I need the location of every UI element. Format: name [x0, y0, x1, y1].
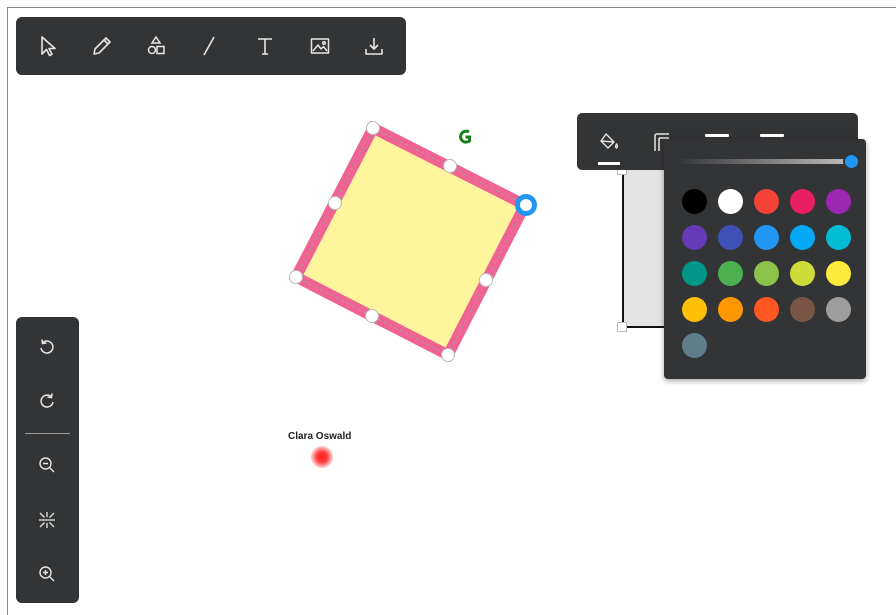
color-swatch[interactable]	[682, 189, 707, 214]
color-swatch[interactable]	[790, 225, 815, 250]
select-tool-button[interactable]	[33, 31, 63, 61]
text-icon	[258, 38, 272, 55]
resize-handle[interactable]	[289, 270, 303, 284]
main-toolbar	[16, 17, 406, 75]
color-swatch[interactable]	[826, 225, 851, 250]
color-swatch[interactable]	[790, 189, 815, 214]
opacity-slider[interactable]	[676, 159, 851, 164]
remote-cursor-dot	[311, 446, 333, 468]
color-swatch[interactable]	[754, 189, 779, 214]
zoom-in-icon	[39, 566, 55, 582]
fill-color-indicator	[598, 162, 620, 165]
zoom-out-button[interactable]	[34, 452, 60, 478]
color-swatch[interactable]	[718, 261, 743, 286]
selected-rectangle[interactable]	[270, 110, 560, 375]
shapes-tool-button[interactable]	[141, 31, 171, 61]
color-swatch[interactable]	[754, 225, 779, 250]
view-toolbar	[16, 317, 79, 603]
fill-color-button[interactable]	[596, 129, 622, 155]
fit-screen-icon	[39, 512, 55, 528]
color-swatch[interactable]	[826, 189, 851, 214]
color-swatch[interactable]	[682, 261, 707, 286]
pencil-tool-button[interactable]	[87, 31, 117, 61]
line-medium-icon[interactable]	[760, 134, 784, 137]
paint-bucket-icon	[600, 133, 619, 149]
color-swatch[interactable]	[790, 297, 815, 322]
remote-cursor-label: Clara Oswald	[288, 431, 352, 442]
line-thin-icon[interactable]	[705, 134, 729, 137]
color-picker-popup	[664, 139, 866, 379]
active-resize-handle-center	[520, 199, 532, 211]
color-swatch[interactable]	[790, 261, 815, 286]
resize-handle[interactable]	[479, 273, 493, 287]
line-icon	[203, 36, 215, 56]
color-swatch[interactable]	[826, 297, 851, 322]
fit-to-screen-button[interactable]	[34, 507, 60, 533]
shapes-icon	[147, 35, 165, 55]
pointer-icon	[41, 36, 56, 57]
color-swatch[interactable]	[754, 261, 779, 286]
resize-handle[interactable]	[443, 159, 457, 173]
download-icon	[365, 38, 383, 55]
color-swatch[interactable]	[826, 261, 851, 286]
redo-button[interactable]	[34, 388, 60, 414]
undo-icon	[40, 339, 54, 354]
color-swatch[interactable]	[718, 225, 743, 250]
rectangle-shape[interactable]	[288, 120, 533, 363]
resize-handle[interactable]	[441, 348, 455, 362]
image-icon	[310, 38, 330, 54]
toolbar-divider	[25, 433, 70, 434]
color-swatch[interactable]	[718, 297, 743, 322]
zoom-in-button[interactable]	[34, 561, 60, 587]
redo-icon	[40, 393, 54, 408]
pencil-icon	[93, 37, 111, 55]
image-tool-button[interactable]	[305, 31, 335, 61]
color-swatch[interactable]	[682, 297, 707, 322]
resize-handle[interactable]	[617, 322, 627, 332]
color-swatch[interactable]	[754, 297, 779, 322]
color-swatch[interactable]	[682, 225, 707, 250]
undo-button[interactable]	[34, 334, 60, 360]
resize-handle[interactable]	[366, 121, 380, 135]
line-tool-button[interactable]	[194, 31, 224, 61]
zoom-out-icon	[39, 457, 55, 473]
color-swatch[interactable]	[682, 333, 707, 358]
resize-handle[interactable]	[328, 196, 342, 210]
resize-handle[interactable]	[365, 309, 379, 323]
rotate-handle-icon[interactable]	[459, 129, 471, 144]
opacity-slider-thumb[interactable]	[843, 153, 860, 170]
color-swatch[interactable]	[718, 189, 743, 214]
text-tool-button[interactable]	[250, 31, 280, 61]
download-button[interactable]	[359, 31, 389, 61]
